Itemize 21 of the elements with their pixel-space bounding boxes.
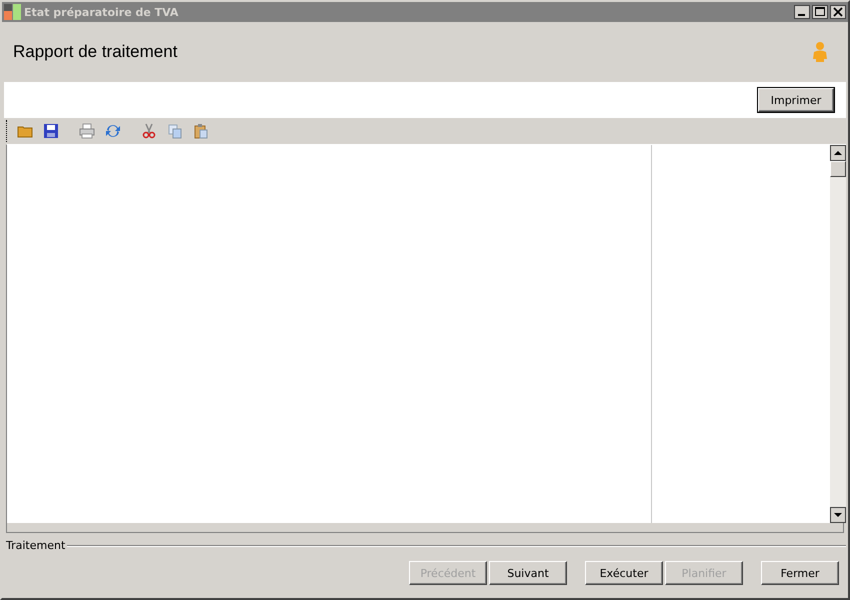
close-button[interactable] <box>830 5 846 19</box>
print-button[interactable]: Imprimer <box>758 88 834 112</box>
vertical-scrollbar[interactable] <box>830 145 846 523</box>
group-label: Traitement <box>6 539 66 552</box>
window-title: Etat préparatoire de TVA <box>24 6 180 18</box>
scroll-down-icon[interactable] <box>830 507 846 523</box>
user-icon <box>812 41 828 63</box>
scroll-up-icon[interactable] <box>830 145 846 161</box>
wizard-button[interactable]: Fermer <box>761 561 839 585</box>
page-title: Rapport de traitement <box>13 42 178 62</box>
wizard-button[interactable]: Exécuter <box>585 561 663 585</box>
save-icon[interactable] <box>43 123 59 139</box>
refresh-icon[interactable] <box>105 123 121 139</box>
printer-icon[interactable] <box>79 123 95 139</box>
scroll-thumb[interactable] <box>830 161 846 177</box>
maximize-button[interactable] <box>812 5 828 19</box>
wizard-button[interactable]: Suivant <box>489 561 567 585</box>
paste-icon[interactable] <box>193 123 209 139</box>
app-icon <box>4 4 22 20</box>
cut-icon[interactable] <box>141 123 157 139</box>
minimize-button[interactable] <box>794 5 810 19</box>
